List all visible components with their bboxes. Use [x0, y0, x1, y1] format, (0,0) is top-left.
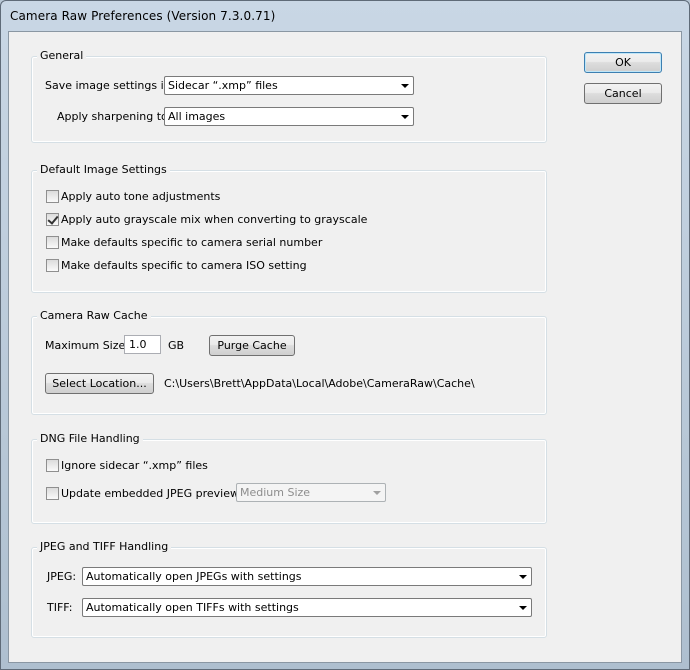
max-size-unit: GB [168, 339, 185, 352]
dng-group-frame [31, 439, 547, 524]
serial-number-label: Make defaults specific to camera serial … [61, 236, 323, 249]
chevron-down-icon [519, 575, 527, 579]
auto-grayscale-checkbox[interactable] [46, 213, 59, 226]
ok-button[interactable]: OK [584, 52, 662, 73]
ignore-sidecar-label: Ignore sidecar “.xmp” files [61, 459, 208, 472]
max-size-input[interactable]: 1.0 [124, 335, 161, 354]
tiff-handling-select[interactable]: Automatically open TIFFs with settings [82, 598, 532, 617]
select-location-button[interactable]: Select Location... [45, 373, 154, 394]
jpeg-tiff-group-frame [31, 547, 547, 638]
auto-tone-label: Apply auto tone adjustments [61, 190, 221, 203]
chevron-down-icon [401, 115, 409, 119]
auto-grayscale-label: Apply auto grayscale mix when converting… [61, 213, 368, 226]
general-group-label: General [37, 49, 87, 62]
defaults-group-frame [31, 170, 547, 293]
max-size-value: 1.0 [129, 338, 147, 351]
iso-setting-checkbox[interactable] [46, 259, 59, 272]
title-bar[interactable]: Camera Raw Preferences (Version 7.3.0.71… [1, 1, 689, 31]
cache-group-label: Camera Raw Cache [37, 309, 151, 322]
preview-size-select[interactable]: Medium Size [236, 483, 386, 502]
jpeg-label: JPEG: [47, 570, 77, 583]
jpeg-handling-select[interactable]: Automatically open JPEGs with settings [82, 567, 532, 586]
save-settings-select[interactable]: Sidecar “.xmp” files [164, 76, 414, 95]
preferences-window: Camera Raw Preferences (Version 7.3.0.71… [0, 0, 690, 670]
dng-group-label: DNG File Handling [37, 432, 143, 445]
sharpening-select[interactable]: All images [164, 107, 414, 126]
preview-size-value: Medium Size [240, 486, 311, 499]
cache-group-frame [31, 316, 547, 415]
window-title: Camera Raw Preferences (Version 7.3.0.71… [10, 9, 276, 23]
checkmark-icon [47, 213, 59, 225]
jpeg-handling-value: Automatically open JPEGs with settings [86, 570, 302, 583]
defaults-group-label: Default Image Settings [37, 163, 170, 176]
purge-cache-button[interactable]: Purge Cache [209, 335, 295, 356]
tiff-handling-value: Automatically open TIFFs with settings [86, 601, 299, 614]
cache-path: C:\Users\Brett\AppData\Local\Adobe\Camer… [164, 377, 475, 390]
chevron-down-icon [373, 491, 381, 495]
dialog-body: General Save image settings in: Sidecar … [8, 31, 682, 663]
ignore-sidecar-checkbox[interactable] [46, 459, 59, 472]
chevron-down-icon [519, 606, 527, 610]
serial-number-checkbox[interactable] [46, 236, 59, 249]
update-previews-label: Update embedded JPEG previews: [61, 487, 249, 500]
save-settings-label: Save image settings in: [45, 79, 175, 92]
update-previews-checkbox[interactable] [46, 487, 59, 500]
cancel-button[interactable]: Cancel [584, 83, 662, 104]
iso-setting-label: Make defaults specific to camera ISO set… [61, 259, 307, 272]
general-group-frame [31, 56, 547, 143]
sharpening-value: All images [168, 110, 226, 123]
auto-tone-checkbox[interactable] [46, 190, 59, 203]
tiff-label: TIFF: [47, 601, 73, 614]
jpeg-tiff-group-label: JPEG and TIFF Handling [37, 540, 172, 553]
sharpening-label: Apply sharpening to: [57, 110, 172, 123]
max-size-label: Maximum Size: [45, 339, 129, 352]
save-settings-value: Sidecar “.xmp” files [168, 79, 278, 92]
chevron-down-icon [401, 84, 409, 88]
